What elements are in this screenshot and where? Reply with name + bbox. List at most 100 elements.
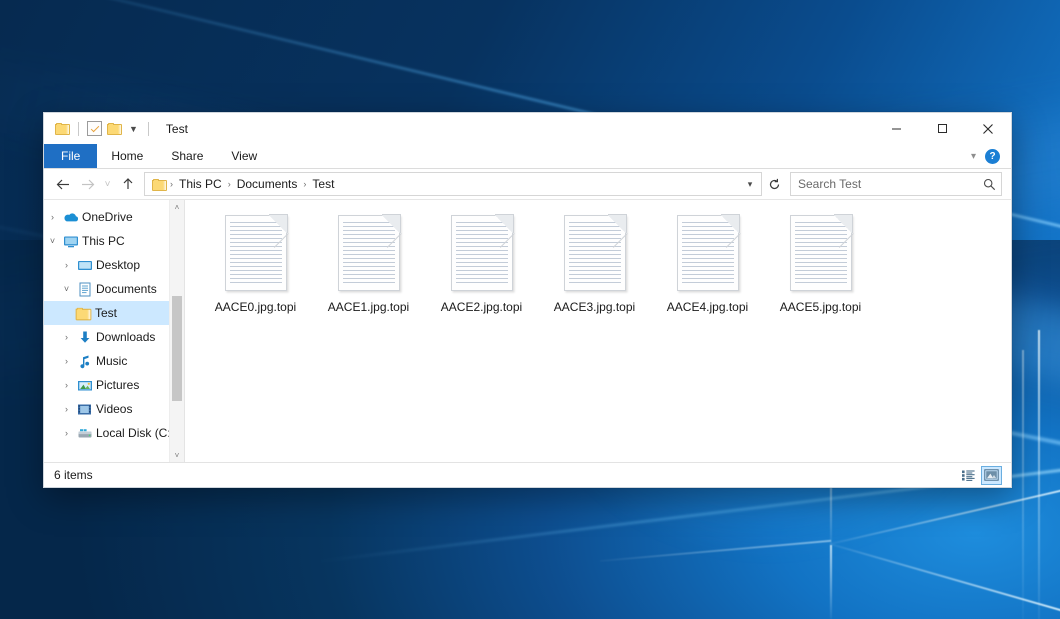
search-box[interactable] bbox=[790, 172, 1002, 196]
sidebar-item-label: Pictures bbox=[94, 378, 139, 392]
generic-file-icon bbox=[225, 215, 287, 291]
generic-file-icon bbox=[677, 215, 739, 291]
video-icon bbox=[75, 403, 94, 416]
file-item[interactable]: AACE3.jpg.topi bbox=[538, 212, 651, 315]
chevron-down-icon[interactable]: ˅ bbox=[44, 236, 61, 246]
navigation-pane: › OneDrive ˅ This PC › bbox=[44, 200, 184, 462]
generic-file-icon bbox=[790, 215, 852, 291]
quick-access-toolbar: ▼ Test bbox=[44, 113, 188, 144]
properties-icon[interactable] bbox=[87, 121, 102, 136]
chevron-right-icon[interactable]: › bbox=[58, 404, 75, 414]
tab-file[interactable]: File bbox=[44, 144, 97, 168]
chevron-down-icon[interactable]: ▾ bbox=[971, 151, 976, 162]
maximize-button[interactable] bbox=[919, 113, 965, 144]
up-button[interactable] bbox=[116, 172, 140, 196]
file-item[interactable]: AACE4.jpg.topi bbox=[651, 212, 764, 315]
logo-ray bbox=[1022, 350, 1024, 619]
chevron-right-icon[interactable]: › bbox=[58, 356, 75, 366]
picture-icon bbox=[75, 379, 94, 392]
file-explorer-window: ▼ Test File Home Share View ▾ ? bbox=[43, 112, 1012, 488]
address-dropdown-icon[interactable]: ▾ bbox=[741, 179, 759, 190]
tab-share[interactable]: Share bbox=[157, 144, 217, 168]
sidebar-item-label: Downloads bbox=[94, 330, 155, 344]
refresh-button[interactable] bbox=[762, 172, 786, 196]
sidebar-item-label: Local Disk (C:) bbox=[94, 426, 175, 440]
recent-locations-icon[interactable]: ˅ bbox=[99, 172, 116, 196]
file-name-label: AACE5.jpg.topi bbox=[777, 299, 864, 315]
sidebar-item-downloads[interactable]: › Downloads bbox=[44, 325, 184, 349]
sidebar-item-label: Test bbox=[93, 306, 117, 320]
close-button[interactable] bbox=[965, 113, 1011, 144]
qat-separator bbox=[148, 122, 149, 136]
chevron-right-icon[interactable]: › bbox=[58, 380, 75, 390]
scrollbar-thumb[interactable] bbox=[172, 296, 182, 401]
scroll-down-button[interactable]: ˅ bbox=[170, 448, 184, 462]
sidebar-item-label: OneDrive bbox=[80, 210, 133, 224]
monitor-icon bbox=[61, 235, 80, 248]
sidebar-item-this-pc[interactable]: ˅ This PC bbox=[44, 229, 184, 253]
help-icon[interactable]: ? bbox=[985, 149, 1000, 164]
item-count-label: 6 items bbox=[54, 468, 93, 482]
file-list-pane[interactable]: AACE0.jpg.topi AACE1.jpg.topi AACE2.jpg.… bbox=[185, 200, 1011, 462]
music-icon bbox=[75, 354, 94, 369]
large-icons-view-button[interactable] bbox=[981, 466, 1002, 485]
chevron-right-icon[interactable]: › bbox=[58, 332, 75, 342]
chevron-right-icon[interactable]: › bbox=[58, 260, 75, 270]
tab-home[interactable]: Home bbox=[97, 144, 157, 168]
chevron-down-icon[interactable]: ˅ bbox=[58, 284, 75, 294]
sidebar-item-desktop[interactable]: › Desktop bbox=[44, 253, 184, 277]
customize-dropdown-icon[interactable]: ▼ bbox=[127, 124, 140, 134]
file-item[interactable]: AACE5.jpg.topi bbox=[764, 212, 877, 315]
search-icon[interactable] bbox=[983, 178, 996, 191]
file-name-label: AACE3.jpg.topi bbox=[551, 299, 638, 315]
navigation-tree: › OneDrive ˅ This PC › bbox=[44, 200, 184, 462]
ribbon-tab-bar: File Home Share View ▾ ? bbox=[44, 144, 1011, 169]
scroll-up-button[interactable]: ˄ bbox=[170, 200, 184, 214]
sidebar-item-label: Music bbox=[94, 354, 127, 368]
folder-icon[interactable] bbox=[55, 122, 70, 135]
file-name-label: AACE2.jpg.topi bbox=[438, 299, 525, 315]
sidebar-item-label: Desktop bbox=[94, 258, 140, 272]
new-folder-icon[interactable] bbox=[107, 122, 122, 135]
sidebar-item-music[interactable]: › Music bbox=[44, 349, 184, 373]
chevron-right-icon[interactable]: › bbox=[58, 428, 75, 438]
folder-icon bbox=[74, 307, 93, 320]
breadcrumb-item-this-pc[interactable]: This PC bbox=[174, 174, 227, 194]
file-name-label: AACE0.jpg.topi bbox=[212, 299, 299, 315]
details-view-button[interactable] bbox=[958, 466, 979, 485]
search-input[interactable] bbox=[796, 176, 983, 192]
address-bar: ˅ › This PC › Documents › Test ▾ bbox=[44, 169, 1011, 199]
file-item[interactable]: AACE2.jpg.topi bbox=[425, 212, 538, 315]
logo-ray bbox=[1038, 330, 1040, 619]
file-grid: AACE0.jpg.topi AACE1.jpg.topi AACE2.jpg.… bbox=[185, 200, 1011, 315]
file-item[interactable]: AACE1.jpg.topi bbox=[312, 212, 425, 315]
generic-file-icon bbox=[451, 215, 513, 291]
navigation-scrollbar[interactable]: ˄ ˅ bbox=[169, 200, 184, 462]
file-name-label: AACE1.jpg.topi bbox=[325, 299, 412, 315]
file-item[interactable]: AACE0.jpg.topi bbox=[199, 212, 312, 315]
qat-separator bbox=[78, 122, 79, 136]
sidebar-item-label: This PC bbox=[80, 234, 125, 248]
breadcrumb-item-documents[interactable]: Documents bbox=[232, 174, 303, 194]
sidebar-item-label: Documents bbox=[94, 282, 157, 296]
ribbon-right-controls: ▾ ? bbox=[971, 144, 1011, 168]
back-button[interactable] bbox=[51, 172, 75, 196]
tab-view[interactable]: View bbox=[217, 144, 271, 168]
sidebar-item-documents[interactable]: ˅ Documents bbox=[44, 277, 184, 301]
sidebar-item-test[interactable]: Test bbox=[44, 301, 184, 325]
chevron-right-icon[interactable]: › bbox=[44, 212, 61, 222]
generic-file-icon bbox=[564, 215, 626, 291]
minimize-button[interactable] bbox=[873, 113, 919, 144]
folder-icon bbox=[152, 178, 167, 191]
file-name-label: AACE4.jpg.topi bbox=[664, 299, 751, 315]
status-bar: 6 items bbox=[44, 462, 1011, 487]
cloud-icon bbox=[61, 211, 80, 223]
breadcrumb-item-test[interactable]: Test bbox=[307, 174, 339, 194]
sidebar-item-pictures[interactable]: › Pictures bbox=[44, 373, 184, 397]
forward-button[interactable] bbox=[75, 172, 99, 196]
sidebar-item-local-disk-c[interactable]: › Local Disk (C:) bbox=[44, 421, 184, 445]
download-icon bbox=[75, 330, 94, 345]
address-path-box[interactable]: › This PC › Documents › Test ▾ bbox=[144, 172, 762, 196]
sidebar-item-onedrive[interactable]: › OneDrive bbox=[44, 205, 184, 229]
sidebar-item-videos[interactable]: › Videos bbox=[44, 397, 184, 421]
